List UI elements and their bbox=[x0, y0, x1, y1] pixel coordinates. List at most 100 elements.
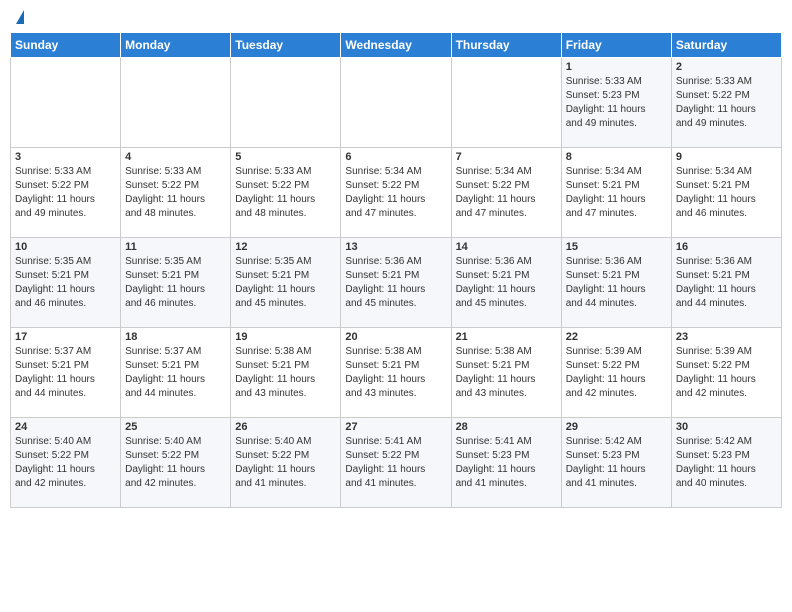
calendar-cell: 3 Sunrise: 5:33 AM Sunset: 5:22 PM Daylig… bbox=[11, 148, 121, 238]
day-number: 4 bbox=[125, 151, 226, 163]
calendar-cell: 1 Sunrise: 5:33 AM Sunset: 5:23 PM Daylig… bbox=[561, 58, 671, 148]
day-number: 1 bbox=[566, 61, 667, 73]
day-info: Sunrise: 5:35 AM Sunset: 5:21 PM Dayligh… bbox=[15, 255, 116, 311]
day-info: Sunrise: 5:35 AM Sunset: 5:21 PM Dayligh… bbox=[235, 255, 336, 311]
calendar-cell: 2 Sunrise: 5:33 AM Sunset: 5:22 PM Daylig… bbox=[671, 58, 781, 148]
day-info: Sunrise: 5:36 AM Sunset: 5:21 PM Dayligh… bbox=[676, 255, 777, 311]
calendar-cell: 12 Sunrise: 5:35 AM Sunset: 5:21 PM Dayli… bbox=[231, 238, 341, 328]
calendar-cell: 30 Sunrise: 5:42 AM Sunset: 5:23 PM Dayli… bbox=[671, 418, 781, 508]
calendar-week-row: 3 Sunrise: 5:33 AM Sunset: 5:22 PM Daylig… bbox=[11, 148, 782, 238]
column-header-saturday: Saturday bbox=[671, 33, 781, 58]
calendar-cell: 18 Sunrise: 5:37 AM Sunset: 5:21 PM Dayli… bbox=[121, 328, 231, 418]
calendar-cell: 29 Sunrise: 5:42 AM Sunset: 5:23 PM Dayli… bbox=[561, 418, 671, 508]
day-info: Sunrise: 5:40 AM Sunset: 5:22 PM Dayligh… bbox=[125, 435, 226, 491]
calendar-cell: 15Sunrise: 5:36 AM Sunset: 5:21 PM Dayli… bbox=[561, 238, 671, 328]
day-info: Sunrise: 5:38 AM Sunset: 5:21 PM Dayligh… bbox=[456, 345, 557, 401]
day-info: Sunrise: 5:34 AM Sunset: 5:21 PM Dayligh… bbox=[566, 165, 667, 221]
day-number: 11 bbox=[125, 241, 226, 253]
day-info: Sunrise: 5:34 AM Sunset: 5:22 PM Dayligh… bbox=[345, 165, 446, 221]
calendar-cell: 19 Sunrise: 5:38 AM Sunset: 5:21 PM Dayli… bbox=[231, 328, 341, 418]
day-info: Sunrise: 5:37 AM Sunset: 5:21 PM Dayligh… bbox=[125, 345, 226, 401]
calendar-cell: 26 Sunrise: 5:40 AM Sunset: 5:22 PM Dayli… bbox=[231, 418, 341, 508]
day-number: 17 bbox=[15, 331, 116, 343]
day-number: 28 bbox=[456, 421, 557, 433]
calendar-cell: 7 Sunrise: 5:34 AM Sunset: 5:22 PM Daylig… bbox=[451, 148, 561, 238]
calendar-cell: 13 Sunrise: 5:36 AM Sunset: 5:21 PM Dayli… bbox=[341, 238, 451, 328]
day-info: Sunrise: 5:33 AM Sunset: 5:22 PM Dayligh… bbox=[15, 165, 116, 221]
day-number: 29 bbox=[566, 421, 667, 433]
column-header-monday: Monday bbox=[121, 33, 231, 58]
calendar-cell bbox=[231, 58, 341, 148]
day-info: Sunrise: 5:33 AM Sunset: 5:22 PM Dayligh… bbox=[676, 75, 777, 131]
day-number: 23 bbox=[676, 331, 777, 343]
column-header-sunday: Sunday bbox=[11, 33, 121, 58]
day-info: Sunrise: 5:41 AM Sunset: 5:22 PM Dayligh… bbox=[345, 435, 446, 491]
calendar-table: SundayMondayTuesdayWednesdayThursdayFrid… bbox=[10, 32, 782, 508]
day-number: 18 bbox=[125, 331, 226, 343]
calendar-cell: 23 Sunrise: 5:39 AM Sunset: 5:22 PM Dayli… bbox=[671, 328, 781, 418]
calendar-cell: 22Sunrise: 5:39 AM Sunset: 5:22 PM Dayli… bbox=[561, 328, 671, 418]
day-number: 6 bbox=[345, 151, 446, 163]
page-header bbox=[10, 10, 782, 24]
day-info: Sunrise: 5:38 AM Sunset: 5:21 PM Dayligh… bbox=[235, 345, 336, 401]
day-number: 24 bbox=[15, 421, 116, 433]
calendar-week-row: 10 Sunrise: 5:35 AM Sunset: 5:21 PM Dayli… bbox=[11, 238, 782, 328]
day-info: Sunrise: 5:34 AM Sunset: 5:22 PM Dayligh… bbox=[456, 165, 557, 221]
calendar-cell: 5 Sunrise: 5:33 AM Sunset: 5:22 PM Daylig… bbox=[231, 148, 341, 238]
day-info: Sunrise: 5:38 AM Sunset: 5:21 PM Dayligh… bbox=[345, 345, 446, 401]
calendar-cell bbox=[121, 58, 231, 148]
day-info: Sunrise: 5:33 AM Sunset: 5:22 PM Dayligh… bbox=[235, 165, 336, 221]
calendar-cell bbox=[451, 58, 561, 148]
day-info: Sunrise: 5:40 AM Sunset: 5:22 PM Dayligh… bbox=[235, 435, 336, 491]
day-number: 26 bbox=[235, 421, 336, 433]
calendar-week-row: 1 Sunrise: 5:33 AM Sunset: 5:23 PM Daylig… bbox=[11, 58, 782, 148]
calendar-cell: 24 Sunrise: 5:40 AM Sunset: 5:22 PM Dayli… bbox=[11, 418, 121, 508]
day-info: Sunrise: 5:36 AM Sunset: 5:21 PM Dayligh… bbox=[345, 255, 446, 311]
calendar-cell: 27Sunrise: 5:41 AM Sunset: 5:22 PM Dayli… bbox=[341, 418, 451, 508]
calendar-week-row: 24 Sunrise: 5:40 AM Sunset: 5:22 PM Dayli… bbox=[11, 418, 782, 508]
logo-triangle-icon bbox=[16, 10, 24, 24]
day-info: Sunrise: 5:33 AM Sunset: 5:23 PM Dayligh… bbox=[566, 75, 667, 131]
day-number: 10 bbox=[15, 241, 116, 253]
day-info: Sunrise: 5:34 AM Sunset: 5:21 PM Dayligh… bbox=[676, 165, 777, 221]
day-number: 9 bbox=[676, 151, 777, 163]
day-info: Sunrise: 5:40 AM Sunset: 5:22 PM Dayligh… bbox=[15, 435, 116, 491]
calendar-cell: 28 Sunrise: 5:41 AM Sunset: 5:23 PM Dayli… bbox=[451, 418, 561, 508]
calendar-cell: 21Sunrise: 5:38 AM Sunset: 5:21 PM Dayli… bbox=[451, 328, 561, 418]
day-number: 13 bbox=[345, 241, 446, 253]
day-number: 12 bbox=[235, 241, 336, 253]
calendar-cell bbox=[11, 58, 121, 148]
calendar-cell: 16 Sunrise: 5:36 AM Sunset: 5:21 PM Dayli… bbox=[671, 238, 781, 328]
day-number: 8 bbox=[566, 151, 667, 163]
day-number: 3 bbox=[15, 151, 116, 163]
day-info: Sunrise: 5:39 AM Sunset: 5:22 PM Dayligh… bbox=[566, 345, 667, 401]
day-info: Sunrise: 5:41 AM Sunset: 5:23 PM Dayligh… bbox=[456, 435, 557, 491]
calendar-cell: 17 Sunrise: 5:37 AM Sunset: 5:21 PM Dayli… bbox=[11, 328, 121, 418]
day-number: 25 bbox=[125, 421, 226, 433]
day-number: 16 bbox=[676, 241, 777, 253]
day-number: 30 bbox=[676, 421, 777, 433]
day-info: Sunrise: 5:37 AM Sunset: 5:21 PM Dayligh… bbox=[15, 345, 116, 401]
day-info: Sunrise: 5:42 AM Sunset: 5:23 PM Dayligh… bbox=[566, 435, 667, 491]
day-info: Sunrise: 5:42 AM Sunset: 5:23 PM Dayligh… bbox=[676, 435, 777, 491]
column-header-thursday: Thursday bbox=[451, 33, 561, 58]
day-number: 5 bbox=[235, 151, 336, 163]
calendar-cell: 25 Sunrise: 5:40 AM Sunset: 5:22 PM Dayli… bbox=[121, 418, 231, 508]
day-info: Sunrise: 5:39 AM Sunset: 5:22 PM Dayligh… bbox=[676, 345, 777, 401]
column-header-wednesday: Wednesday bbox=[341, 33, 451, 58]
calendar-cell bbox=[341, 58, 451, 148]
day-number: 2 bbox=[676, 61, 777, 73]
day-number: 7 bbox=[456, 151, 557, 163]
logo bbox=[14, 10, 24, 24]
calendar-cell: 8 Sunrise: 5:34 AM Sunset: 5:21 PM Daylig… bbox=[561, 148, 671, 238]
day-number: 14 bbox=[456, 241, 557, 253]
day-number: 19 bbox=[235, 331, 336, 343]
column-header-friday: Friday bbox=[561, 33, 671, 58]
calendar-cell: 4 Sunrise: 5:33 AM Sunset: 5:22 PM Daylig… bbox=[121, 148, 231, 238]
day-info: Sunrise: 5:33 AM Sunset: 5:22 PM Dayligh… bbox=[125, 165, 226, 221]
calendar-cell: 20 Sunrise: 5:38 AM Sunset: 5:21 PM Dayli… bbox=[341, 328, 451, 418]
calendar-cell: 14Sunrise: 5:36 AM Sunset: 5:21 PM Dayli… bbox=[451, 238, 561, 328]
calendar-cell: 9 Sunrise: 5:34 AM Sunset: 5:21 PM Daylig… bbox=[671, 148, 781, 238]
column-header-tuesday: Tuesday bbox=[231, 33, 341, 58]
day-number: 20 bbox=[345, 331, 446, 343]
